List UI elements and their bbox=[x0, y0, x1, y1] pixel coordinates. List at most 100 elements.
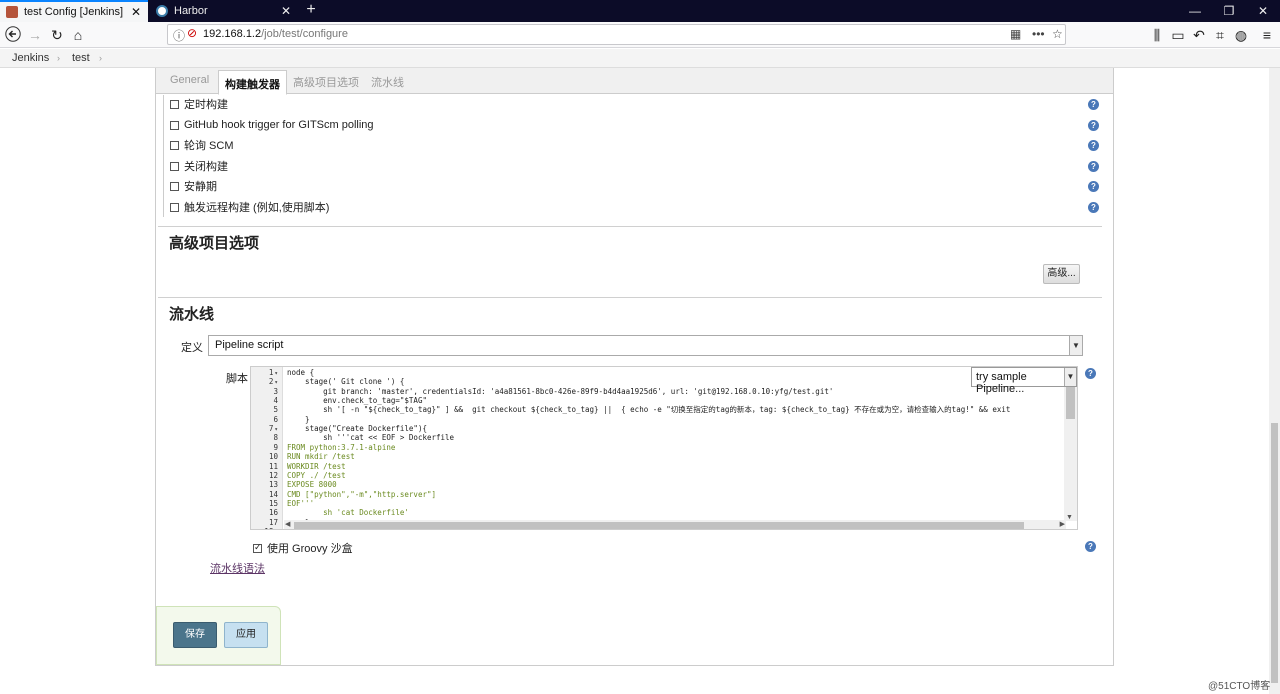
help-icon[interactable]: ? bbox=[1088, 161, 1099, 172]
advanced-section-title: 高级项目选项 bbox=[169, 232, 259, 253]
browser-tab-strip: test Config [Jenkins] ✕ Harbor ✕ + — ❐ ✕ bbox=[0, 0, 1280, 22]
trigger-remote-build[interactable]: 触发远程构建 (例如,使用脚本) bbox=[170, 199, 329, 215]
info-icon[interactable]: ⓘ bbox=[173, 27, 185, 44]
checkbox[interactable] bbox=[170, 100, 179, 109]
form-actions-bar: 保存 应用 bbox=[156, 606, 281, 665]
window-controls: — ❐ ✕ bbox=[1178, 0, 1280, 22]
page-scrollbar[interactable] bbox=[1269, 68, 1280, 694]
trigger-label: 轮询 SCM bbox=[184, 137, 234, 153]
close-window-icon[interactable]: ✕ bbox=[1246, 0, 1280, 22]
scroll-down-icon[interactable]: ▼ bbox=[1066, 514, 1073, 521]
definition-select[interactable]: Pipeline script ▼ bbox=[208, 335, 1083, 356]
trigger-label: 定时构建 bbox=[184, 96, 228, 112]
definition-value: Pipeline script bbox=[215, 339, 283, 351]
trigger-label: 安静期 bbox=[184, 178, 217, 194]
groovy-sandbox-checkbox[interactable]: 使用 Groovy 沙盒 bbox=[253, 540, 353, 556]
chevron-down-icon[interactable]: ▼ bbox=[1069, 336, 1082, 355]
scrollbar-thumb[interactable] bbox=[294, 522, 1024, 529]
chat-icon[interactable]: ◍ bbox=[1232, 26, 1250, 44]
line-number: 9 bbox=[273, 443, 278, 452]
trigger-scheduled[interactable]: 定时构建 bbox=[170, 96, 228, 112]
close-tab-icon[interactable]: ✕ bbox=[278, 4, 294, 18]
help-icon[interactable]: ? bbox=[1088, 120, 1099, 131]
help-icon[interactable]: ? bbox=[1085, 541, 1096, 552]
undo-icon[interactable]: ↶ bbox=[1190, 26, 1208, 44]
pipeline-script-editor[interactable]: 123456789101112131415161718 node { stage… bbox=[250, 366, 1078, 530]
line-number: 5 bbox=[273, 405, 278, 414]
menu-icon[interactable]: ≡ bbox=[1258, 26, 1276, 44]
advanced-button[interactable]: 高级... bbox=[1043, 264, 1080, 284]
trigger-github-hook[interactable]: GitHub hook trigger for GITScm polling bbox=[170, 117, 374, 133]
breadcrumb-jenkins[interactable]: Jenkins bbox=[12, 52, 49, 64]
trigger-label: 触发远程构建 (例如,使用脚本) bbox=[184, 199, 329, 215]
help-icon[interactable]: ? bbox=[1088, 140, 1099, 151]
tab-build-triggers[interactable]: 构建触发器 bbox=[218, 70, 287, 95]
help-icon[interactable]: ? bbox=[1088, 99, 1099, 110]
breadcrumb: Jenkins › test › bbox=[0, 49, 1280, 68]
checkbox[interactable] bbox=[170, 121, 179, 130]
checkbox[interactable] bbox=[170, 203, 179, 212]
page-actions-icon[interactable]: ••• bbox=[1032, 27, 1045, 41]
code-line: node { bbox=[287, 368, 314, 377]
new-tab-button[interactable]: + bbox=[302, 1, 320, 19]
qr-code-icon[interactable]: ▦ bbox=[1010, 27, 1021, 41]
line-number: 16 bbox=[269, 508, 278, 517]
scrollbar-thumb[interactable] bbox=[1271, 423, 1278, 683]
reload-icon[interactable]: ↻ bbox=[48, 26, 66, 44]
url-text: 192.168.1.2/job/test/configure bbox=[203, 28, 348, 40]
checkbox[interactable] bbox=[170, 162, 179, 171]
forward-icon[interactable]: → bbox=[26, 26, 44, 44]
address-bar[interactable]: ⓘ ⊘ 192.168.1.2/job/test/configure ▦ •••… bbox=[167, 24, 1066, 45]
checkbox[interactable] bbox=[253, 544, 262, 553]
trigger-quiet-period[interactable]: 安静期 bbox=[170, 178, 217, 194]
apply-button[interactable]: 应用 bbox=[224, 622, 268, 648]
divider bbox=[158, 297, 1102, 298]
tab-harbor[interactable]: Harbor ✕ bbox=[150, 0, 298, 22]
line-number: 15 bbox=[269, 499, 278, 508]
line-number: 1 bbox=[269, 368, 278, 377]
code-line: stage(' Git clone ') { bbox=[287, 377, 404, 386]
line-number: 14 bbox=[269, 490, 278, 499]
help-icon[interactable]: ? bbox=[1088, 181, 1099, 192]
trigger-poll-scm[interactable]: 轮询 SCM bbox=[170, 137, 234, 153]
pipeline-syntax-link[interactable]: 流水线语法 bbox=[210, 560, 265, 576]
tab-advanced-options[interactable]: 高级项目选项 bbox=[293, 74, 359, 90]
home-icon[interactable]: ⌂ bbox=[69, 26, 87, 44]
trigger-label: 关闭构建 bbox=[184, 158, 228, 174]
back-icon[interactable] bbox=[4, 26, 22, 44]
code-line: sh '''cat << EOF > Dockerfile bbox=[287, 433, 454, 442]
minimize-icon[interactable]: — bbox=[1178, 0, 1212, 22]
insecure-lock-icon[interactable]: ⊘ bbox=[187, 26, 197, 40]
url-host: 192.168.1.2 bbox=[203, 28, 261, 40]
groovy-sandbox-label: 使用 Groovy 沙盒 bbox=[267, 540, 353, 556]
scroll-right-icon[interactable]: ▶ bbox=[1060, 520, 1065, 528]
checkbox[interactable] bbox=[170, 182, 179, 191]
checkbox[interactable] bbox=[170, 141, 179, 150]
code-line: RUN mkdir /test bbox=[287, 452, 355, 461]
horizontal-scrollbar[interactable]: ◀ ▶ bbox=[284, 520, 1066, 530]
line-number: 10 bbox=[269, 452, 278, 461]
scroll-left-icon[interactable]: ◀ bbox=[285, 520, 290, 528]
jenkins-favicon-icon bbox=[6, 6, 18, 18]
line-number: 4 bbox=[273, 396, 278, 405]
try-sample-select[interactable]: try sample Pipeline... ▼ bbox=[971, 367, 1077, 387]
library-icon[interactable]: ⫼ bbox=[1148, 26, 1166, 44]
tab-pipeline[interactable]: 流水线 bbox=[371, 74, 404, 90]
help-icon[interactable]: ? bbox=[1088, 202, 1099, 213]
close-tab-icon[interactable]: ✕ bbox=[128, 5, 144, 19]
harbor-favicon-icon bbox=[156, 5, 168, 17]
save-button[interactable]: 保存 bbox=[173, 622, 217, 648]
crop-icon[interactable]: ⌗ bbox=[1211, 26, 1229, 44]
restore-icon[interactable]: ❐ bbox=[1212, 0, 1246, 22]
help-icon[interactable]: ? bbox=[1085, 368, 1096, 379]
chevron-down-icon[interactable]: ▼ bbox=[1064, 368, 1076, 386]
bookmark-star-icon[interactable]: ☆ bbox=[1052, 27, 1063, 41]
sidebar-icon[interactable]: ▭ bbox=[1169, 26, 1187, 44]
chevron-right-icon: › bbox=[57, 53, 60, 63]
tab-jenkins-config[interactable]: test Config [Jenkins] ✕ bbox=[0, 0, 148, 22]
tab-general[interactable]: General bbox=[170, 74, 209, 86]
trigger-disable-build[interactable]: 关闭构建 bbox=[170, 158, 228, 174]
breadcrumb-test[interactable]: test bbox=[72, 52, 90, 64]
config-tabs: General 构建触发器 高级项目选项 流水线 bbox=[156, 68, 1113, 94]
code-line: } bbox=[287, 415, 310, 424]
